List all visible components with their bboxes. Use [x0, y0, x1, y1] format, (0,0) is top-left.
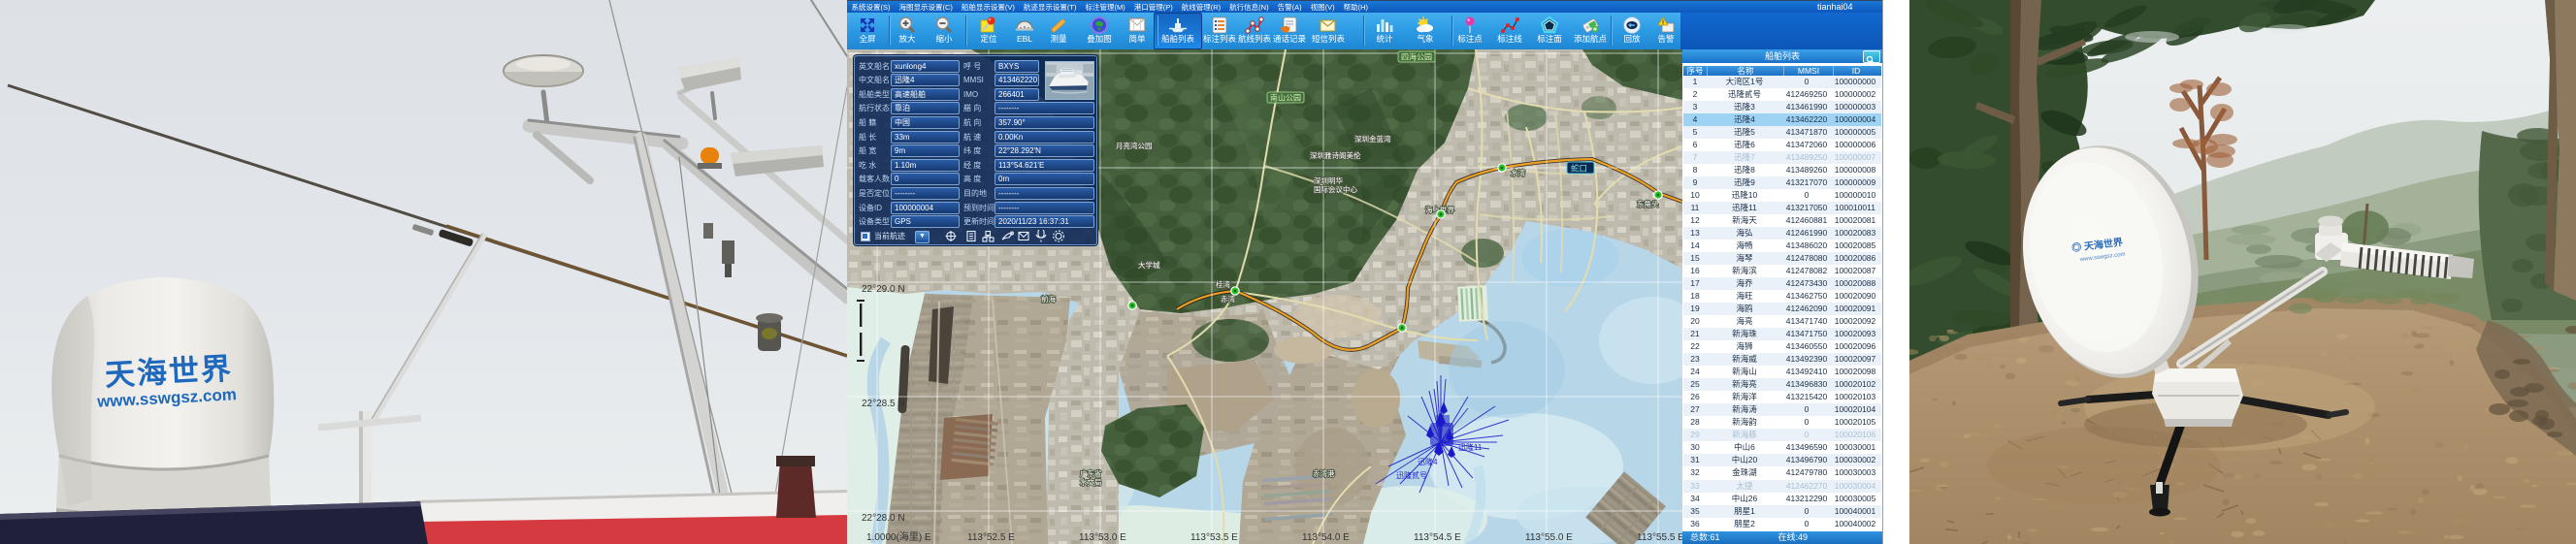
svg-text:迅隆贰号: 迅隆贰号 [1396, 470, 1427, 480]
svg-text:深圳明华: 深圳明华 [1314, 176, 1343, 185]
svg-text:前海: 前海 [1041, 294, 1057, 304]
svg-text:赤湾: 赤湾 [1221, 294, 1236, 304]
svg-text:月亮湾公园: 月亮湾公园 [1116, 141, 1153, 150]
svg-text:大学城: 大学城 [1138, 260, 1160, 270]
svg-text:113°55.0 E: 113°55.0 E [1525, 532, 1573, 543]
svg-text:水文局: 水文局 [1080, 477, 1102, 487]
svg-text:113°52.5 E: 113°52.5 E [967, 532, 1015, 543]
svg-text:四海公园: 四海公园 [1401, 52, 1432, 62]
svg-text:!: ! [1662, 19, 1664, 26]
svg-text:赤湾港: 赤湾港 [1313, 468, 1335, 478]
svg-text:桂湾: 桂湾 [1216, 279, 1231, 289]
svg-text:113°54.0 E: 113°54.0 E [1302, 532, 1350, 543]
svg-text:1.0000(海里) E: 1.0000(海里) E [866, 530, 931, 543]
svg-text:113°53.0 E: 113°53.0 E [1079, 532, 1126, 543]
svg-text:深圳雅诗阁美伦: 深圳雅诗阁美伦 [1310, 150, 1361, 160]
svg-text:22°29.0 N: 22°29.0 N [862, 284, 905, 295]
svg-text:蛇口: 蛇口 [1571, 164, 1587, 174]
svg-text:水湾: 水湾 [1511, 168, 1526, 177]
svg-text:113°54.5 E: 113°54.5 E [1414, 532, 1461, 543]
svg-text:迅隆4: 迅隆4 [1418, 457, 1438, 466]
svg-text:国际会议中心: 国际会议中心 [1314, 184, 1357, 194]
svg-text:广东省: 广东省 [1080, 468, 1102, 478]
svg-text:东角头: 东角头 [1637, 199, 1659, 208]
svg-text:113°55.5 E: 113°55.5 E [1637, 532, 1682, 543]
svg-text:22°28.5 N: 22°28.5 N [862, 399, 905, 409]
svg-text:南山公园: 南山公园 [1270, 93, 1301, 103]
svg-text:113°53.5 E: 113°53.5 E [1190, 532, 1238, 543]
svg-text:22°28.0 N: 22°28.0 N [862, 513, 905, 524]
svg-text:深圳金蓝湾: 深圳金蓝湾 [1354, 134, 1391, 144]
svg-text:迅隆11: 迅隆11 [1458, 442, 1483, 452]
